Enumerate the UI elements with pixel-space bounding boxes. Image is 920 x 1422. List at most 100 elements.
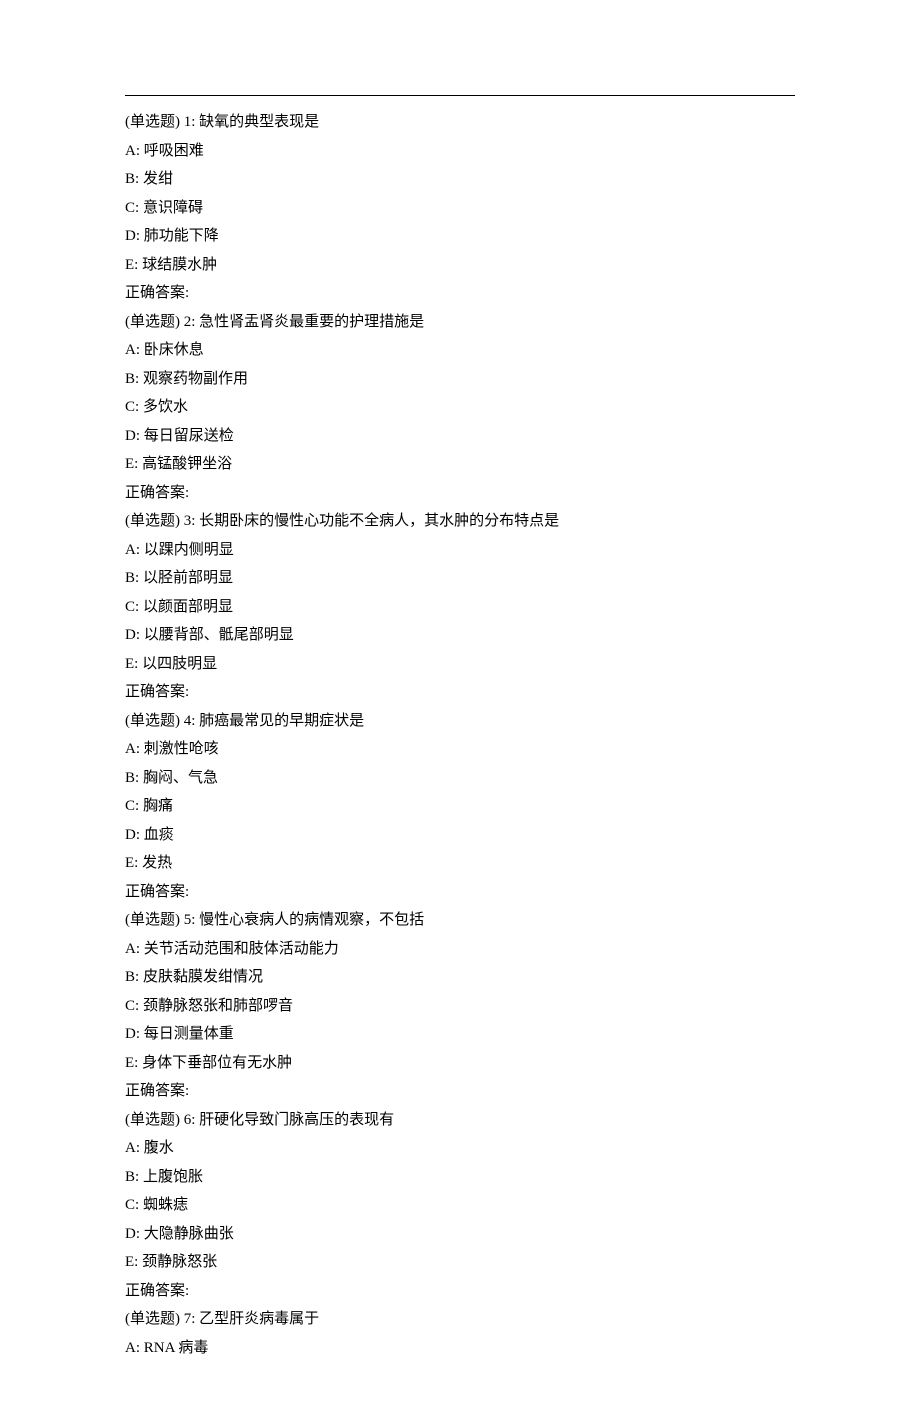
option-key: D:: [125, 627, 140, 643]
option-key: E:: [125, 456, 138, 472]
option-line: A: 刺激性呛咳: [125, 735, 795, 764]
option-line: A: RNA 病毒: [125, 1334, 795, 1363]
option-key: E:: [125, 855, 138, 871]
option-line: B: 观察药物副作用: [125, 365, 795, 394]
option-line: B: 发绀: [125, 165, 795, 194]
question-type: (单选题): [125, 713, 180, 729]
question-text: 慢性心衰病人的病情观察，不包括: [199, 912, 424, 928]
question-type: (单选题): [125, 114, 180, 130]
question-list: (单选题) 1: 缺氧的典型表现是A: 呼吸困难B: 发绀C: 意识障碍D: 肺…: [125, 108, 795, 1362]
option-line: E: 身体下垂部位有无水肿: [125, 1049, 795, 1078]
option-line: B: 上腹饱胀: [125, 1163, 795, 1192]
option-text: 颈静脉怒张和肺部啰音: [143, 998, 293, 1014]
option-line: D: 以腰背部、骶尾部明显: [125, 621, 795, 650]
question-stem: (单选题) 6: 肝硬化导致门脉高压的表现有: [125, 1106, 795, 1135]
option-text: 上腹饱胀: [143, 1169, 203, 1185]
option-text: 观察药物副作用: [143, 371, 248, 387]
option-line: C: 颈静脉怒张和肺部啰音: [125, 992, 795, 1021]
option-text: 身体下垂部位有无水肿: [142, 1055, 292, 1071]
option-text: 刺激性呛咳: [144, 741, 219, 757]
question-number: 6:: [184, 1112, 196, 1128]
option-line: A: 卧床休息: [125, 336, 795, 365]
option-text: 大隐静脉曲张: [144, 1226, 234, 1242]
question-text: 长期卧床的慢性心功能不全病人，其水肿的分布特点是: [199, 513, 559, 529]
question-text: 肺癌最常见的早期症状是: [199, 713, 364, 729]
option-text: 球结膜水肿: [142, 257, 217, 273]
question-number: 7:: [184, 1311, 196, 1327]
option-key: D:: [125, 228, 140, 244]
option-key: C:: [125, 1197, 139, 1213]
option-key: A:: [125, 941, 140, 957]
answer-label: 正确答案:: [125, 1077, 795, 1106]
option-text: 发热: [142, 855, 172, 871]
horizontal-rule: [125, 95, 795, 96]
option-text: 血痰: [144, 827, 174, 843]
option-key: C:: [125, 399, 139, 415]
question-number: 3:: [184, 513, 196, 529]
question-type: (单选题): [125, 912, 180, 928]
option-key: C:: [125, 998, 139, 1014]
question-stem: (单选题) 3: 长期卧床的慢性心功能不全病人，其水肿的分布特点是: [125, 507, 795, 536]
question-type: (单选题): [125, 1112, 180, 1128]
option-line: E: 高锰酸钾坐浴: [125, 450, 795, 479]
question-type: (单选题): [125, 513, 180, 529]
option-text: 多饮水: [143, 399, 188, 415]
option-key: A:: [125, 741, 140, 757]
option-line: B: 胸闷、气急: [125, 764, 795, 793]
answer-label: 正确答案:: [125, 678, 795, 707]
option-text: 胸闷、气急: [143, 770, 218, 786]
option-text: 意识障碍: [143, 200, 203, 216]
option-text: 皮肤黏膜发绀情况: [143, 969, 263, 985]
option-key: C:: [125, 798, 139, 814]
option-line: C: 胸痛: [125, 792, 795, 821]
option-line: E: 以四肢明显: [125, 650, 795, 679]
option-line: D: 每日留尿送检: [125, 422, 795, 451]
question-text: 急性肾盂肾炎最重要的护理措施是: [199, 314, 424, 330]
option-key: A:: [125, 1340, 140, 1356]
option-line: D: 大隐静脉曲张: [125, 1220, 795, 1249]
option-key: B:: [125, 171, 139, 187]
option-text: 每日测量体重: [144, 1026, 234, 1042]
option-text: 高锰酸钾坐浴: [142, 456, 232, 472]
option-text: 以胫前部明显: [143, 570, 233, 586]
option-line: C: 多饮水: [125, 393, 795, 422]
question-number: 5:: [184, 912, 196, 928]
option-line: C: 意识障碍: [125, 194, 795, 223]
option-key: B:: [125, 1169, 139, 1185]
option-text: 胸痛: [143, 798, 173, 814]
question-text: 乙型肝炎病毒属于: [199, 1311, 319, 1327]
option-key: B:: [125, 770, 139, 786]
option-key: B:: [125, 371, 139, 387]
option-key: A:: [125, 143, 140, 159]
answer-label: 正确答案:: [125, 878, 795, 907]
option-line: A: 腹水: [125, 1134, 795, 1163]
question-stem: (单选题) 7: 乙型肝炎病毒属于: [125, 1305, 795, 1334]
option-text: 腹水: [144, 1140, 174, 1156]
option-key: E:: [125, 257, 138, 273]
option-text: 以四肢明显: [142, 656, 217, 672]
option-line: E: 发热: [125, 849, 795, 878]
option-line: B: 以胫前部明显: [125, 564, 795, 593]
option-text: 颈静脉怒张: [142, 1254, 217, 1270]
option-line: D: 每日测量体重: [125, 1020, 795, 1049]
option-key: D:: [125, 1026, 140, 1042]
option-key: E:: [125, 1055, 138, 1071]
option-text: 呼吸困难: [144, 143, 204, 159]
option-text: RNA 病毒: [144, 1340, 209, 1356]
answer-label: 正确答案:: [125, 279, 795, 308]
question-stem: (单选题) 5: 慢性心衰病人的病情观察，不包括: [125, 906, 795, 935]
answer-label: 正确答案:: [125, 1277, 795, 1306]
option-text: 关节活动范围和肢体活动能力: [144, 941, 339, 957]
option-key: C:: [125, 200, 139, 216]
option-key: A:: [125, 1140, 140, 1156]
question-type: (单选题): [125, 314, 180, 330]
option-key: C:: [125, 599, 139, 615]
option-text: 卧床休息: [144, 342, 204, 358]
option-key: A:: [125, 542, 140, 558]
option-text: 以踝内侧明显: [144, 542, 234, 558]
option-text: 以颜面部明显: [143, 599, 233, 615]
option-line: A: 关节活动范围和肢体活动能力: [125, 935, 795, 964]
option-key: E:: [125, 1254, 138, 1270]
option-key: A:: [125, 342, 140, 358]
option-line: A: 以踝内侧明显: [125, 536, 795, 565]
